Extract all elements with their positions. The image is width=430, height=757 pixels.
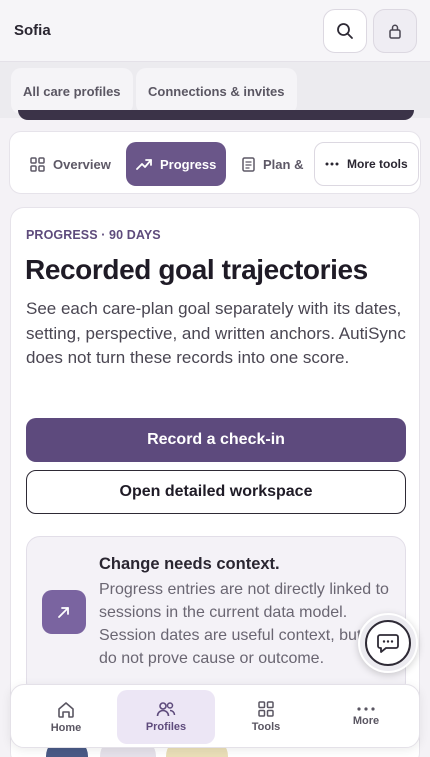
ellipsis-icon: [325, 162, 339, 166]
nav-tools-label: Tools: [251, 721, 281, 733]
nav-home[interactable]: Home: [17, 690, 115, 744]
page-title: Recorded goal trajectories: [25, 254, 368, 285]
bottom-navigation: Home Profiles Tools More: [10, 684, 420, 748]
trend-up-icon: [136, 159, 152, 170]
document-icon: [242, 156, 255, 172]
more-tools-button[interactable]: More tools: [314, 142, 419, 186]
chat-bubble-icon: [377, 634, 399, 653]
app-title: Sofia: [14, 22, 51, 39]
subnav-all-care-profiles[interactable]: All care profiles: [11, 68, 133, 114]
nav-profiles-label: Profiles: [145, 721, 187, 733]
users-icon: [156, 702, 176, 717]
context-note: Change needs context. Progress entries a…: [26, 536, 406, 696]
arrow-up-right-icon: [42, 590, 86, 634]
section-eyebrow: PROGRESS · 90 DAYS: [26, 228, 161, 242]
search-button[interactable]: [323, 9, 367, 53]
lock-button[interactable]: [373, 9, 417, 53]
home-icon: [58, 701, 74, 718]
tab-progress-label: Progress: [160, 156, 217, 172]
note-title: Change needs context.: [99, 555, 280, 573]
grid-icon: [30, 156, 45, 172]
section-tabs: Overview Progress Plan & More tools: [9, 131, 421, 194]
note-text: Progress entries are not directly linked…: [99, 581, 397, 667]
search-icon: [337, 23, 353, 39]
chat-assistant-button[interactable]: [358, 613, 418, 673]
lock-icon: [389, 24, 401, 39]
tab-plan[interactable]: Plan &: [232, 142, 313, 186]
nav-home-label: Home: [50, 721, 82, 734]
nav-profiles[interactable]: Profiles: [117, 690, 215, 744]
progress-card: PROGRESS · 90 DAYS Recorded goal traject…: [10, 207, 420, 757]
top-bar: Sofia: [0, 0, 430, 62]
page-description: See each care-plan goal separately with …: [26, 299, 406, 368]
header-banner-edge: [18, 110, 414, 120]
ellipsis-icon: [357, 707, 375, 711]
tab-plan-label: Plan &: [263, 156, 304, 172]
nav-tools[interactable]: Tools: [217, 690, 315, 744]
nav-more[interactable]: More: [317, 690, 415, 744]
tab-overview[interactable]: Overview: [20, 142, 121, 186]
record-check-in-button[interactable]: Record a check-in: [26, 418, 406, 462]
more-tools-label: More tools: [347, 157, 408, 171]
subnav-connections-invites[interactable]: Connections & invites: [136, 68, 297, 114]
tab-overview-label: Overview: [53, 156, 111, 172]
grid-icon: [258, 701, 274, 717]
open-workspace-button[interactable]: Open detailed workspace: [26, 470, 406, 514]
nav-more-label: More: [352, 715, 380, 727]
tab-progress[interactable]: Progress: [126, 142, 227, 186]
